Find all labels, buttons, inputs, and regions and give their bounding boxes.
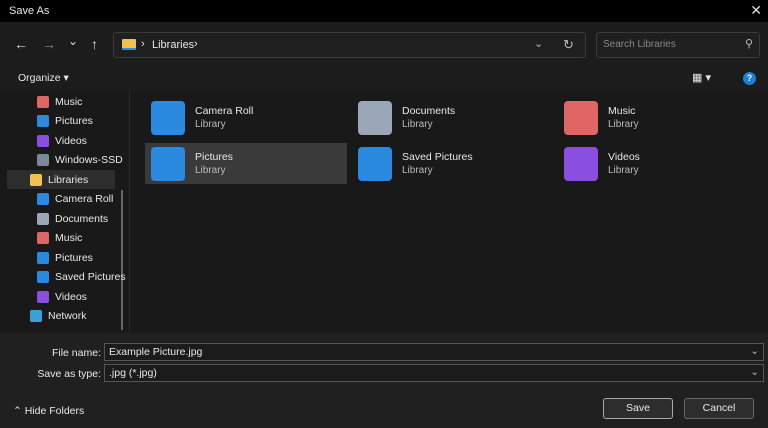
- nav-item-pictures[interactable]: Pictures: [37, 112, 147, 131]
- nav-item-label: Saved Pictures: [55, 271, 126, 283]
- help-icon[interactable]: ?: [743, 72, 756, 85]
- nav-item-label: Music: [55, 95, 83, 108]
- command-bar: Organize ▾ ▦ ▾ ?: [0, 66, 768, 90]
- library-icon: [358, 100, 392, 135]
- library-pictures[interactable]: Pictures Library: [145, 143, 347, 184]
- nav-item-documents[interactable]: Documents: [37, 209, 147, 228]
- window-title: Save As: [9, 5, 50, 17]
- nav-item-label: Videos: [55, 134, 87, 147]
- library-icon: [564, 100, 598, 135]
- library-icon: [151, 100, 185, 135]
- nav-item-windows-ssd[interactable]: Windows-SSD: [37, 151, 147, 170]
- hide-folders-button[interactable]: ⌃ Hide Folders: [13, 405, 84, 417]
- save-as-type-value: .jpg (*.jpg): [109, 367, 157, 379]
- library-name: Saved Pictures: [402, 151, 473, 163]
- documents-icon: [37, 212, 49, 225]
- videos-icon: [37, 134, 49, 147]
- library-type: Library: [402, 165, 433, 176]
- search-input[interactable]: Search Libraries: [603, 39, 676, 50]
- folder-icon: [122, 39, 136, 50]
- recent-locations-button[interactable]: ⌄: [68, 34, 78, 48]
- nav-item-label: Network: [48, 310, 87, 322]
- library-type: Library: [195, 165, 226, 176]
- save-as-type-label: Save as type:: [37, 368, 101, 380]
- library-music[interactable]: Music Library: [558, 97, 760, 138]
- library-camera-roll[interactable]: Camera Roll Library: [145, 97, 347, 138]
- music-icon: [37, 232, 49, 244]
- library-icon: [358, 146, 392, 181]
- breadcrumb-libraries[interactable]: Libraries: [152, 39, 194, 51]
- address-dropdown-icon[interactable]: ⌄: [534, 37, 543, 50]
- nav-item-music[interactable]: Music: [37, 92, 147, 111]
- chevron-up-icon: ⌃: [13, 405, 25, 417]
- cancel-button[interactable]: Cancel: [684, 398, 754, 419]
- library-type: Library: [402, 119, 433, 130]
- nav-item-label: Documents: [55, 212, 109, 225]
- library-name: Videos: [608, 151, 640, 163]
- library-icon: [564, 146, 598, 181]
- library-name: Camera Roll: [195, 105, 254, 117]
- back-button[interactable]: ←: [14, 36, 28, 52]
- nav-item-pictures[interactable]: Pictures: [37, 248, 147, 267]
- library-documents[interactable]: Documents Library: [352, 97, 554, 138]
- pictures-icon: [37, 193, 49, 205]
- nav-item-saved-pictures[interactable]: Saved Pictures: [37, 268, 147, 287]
- view-options-button[interactable]: ▦ ▾: [692, 71, 711, 84]
- videos-icon: [37, 290, 49, 303]
- nav-item-label: Libraries: [48, 173, 89, 186]
- library-videos[interactable]: Videos Library: [558, 143, 760, 184]
- chevron-down-icon[interactable]: ⌄: [750, 345, 759, 357]
- library-type: Library: [608, 119, 639, 130]
- folder-icon: [30, 173, 42, 186]
- close-button[interactable]: ✕: [750, 2, 762, 19]
- library-type: Library: [608, 165, 639, 176]
- nav-item-videos[interactable]: Videos: [37, 287, 147, 306]
- save-button[interactable]: Save: [603, 398, 673, 419]
- nav-item-label: Camera Roll: [55, 193, 114, 205]
- network-icon: [30, 310, 42, 322]
- drive-icon: [37, 154, 49, 166]
- library-icon: [151, 146, 185, 181]
- library-name: Documents: [402, 105, 456, 117]
- music-icon: [37, 95, 49, 108]
- nav-item-label: Pictures: [55, 251, 93, 264]
- library-name: Music: [608, 105, 636, 117]
- nav-item-label: Videos: [55, 290, 87, 303]
- nav-item-libraries[interactable]: Libraries: [7, 170, 115, 189]
- organize-button[interactable]: Organize ▾: [18, 72, 69, 84]
- chevron-down-icon[interactable]: ⌄: [750, 366, 759, 378]
- nav-item-music[interactable]: Music: [37, 229, 147, 248]
- nav-item-label: Music: [55, 232, 83, 244]
- nav-item-label: Windows-SSD: [55, 154, 123, 166]
- file-name-input[interactable]: Example Picture.jpg ⌄: [104, 343, 764, 361]
- hide-folders-label: Hide Folders: [24, 405, 85, 417]
- nav-item-network[interactable]: Network: [30, 307, 140, 326]
- nav-item-videos[interactable]: Videos: [37, 131, 147, 150]
- search-icon[interactable]: ⚲: [745, 37, 753, 50]
- nav-item-label: Pictures: [55, 115, 93, 127]
- file-name-label: File name:: [51, 347, 101, 359]
- forward-button[interactable]: →: [42, 36, 56, 52]
- address-bar[interactable]: › Libraries › ⌄ ↻: [113, 32, 586, 58]
- search-box[interactable]: Search Libraries ⚲: [596, 32, 760, 58]
- library-saved-pictures[interactable]: Saved Pictures Library: [352, 143, 554, 184]
- pictures-icon: [37, 251, 49, 264]
- file-name-value: Example Picture.jpg: [109, 346, 203, 358]
- title-bar: Save As ✕: [0, 0, 768, 22]
- library-type: Library: [195, 119, 226, 130]
- library-name: Pictures: [195, 151, 233, 163]
- pictures-icon: [37, 271, 49, 283]
- nav-item-camera-roll[interactable]: Camera Roll: [37, 190, 147, 209]
- refresh-icon[interactable]: ↻: [563, 37, 574, 53]
- pictures-icon: [37, 115, 49, 127]
- save-as-type-select[interactable]: .jpg (*.jpg) ⌄: [104, 364, 764, 382]
- up-button[interactable]: ↑: [91, 36, 98, 52]
